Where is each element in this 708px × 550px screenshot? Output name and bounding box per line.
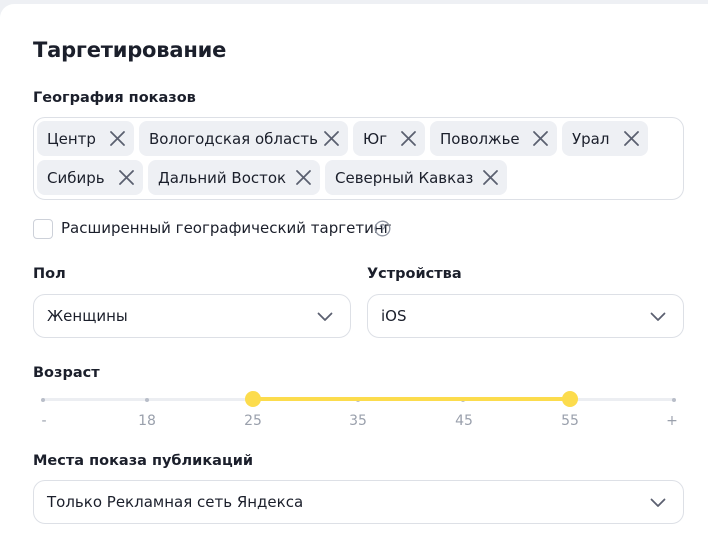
- slider-thumb-from[interactable]: [245, 391, 261, 407]
- geo-tag: Северный Кавказ: [325, 160, 507, 195]
- slider-step-dot: [672, 397, 676, 402]
- placement-value: Только Рекламная сеть Яндекса: [47, 493, 304, 511]
- geo-tag: Поволжье: [430, 121, 557, 156]
- help-icon[interactable]: [374, 220, 391, 237]
- slider-tick-label: 45: [455, 413, 473, 429]
- slider-step-dot: [145, 397, 149, 402]
- slider-thumb-to[interactable]: [562, 391, 578, 407]
- chevron-down-icon: [650, 309, 666, 325]
- slider-tick-label: 35: [349, 413, 367, 429]
- geo-tag-label: Поволжье: [440, 129, 520, 148]
- slider-tick-label: 18: [138, 413, 156, 429]
- devices-value: iOS: [381, 307, 407, 325]
- placement-label: Места показа публикаций: [33, 453, 254, 469]
- slider-tick-label: -: [41, 413, 47, 429]
- slider-tick-label: 25: [244, 413, 262, 429]
- geo-tag: Юг: [353, 121, 425, 156]
- close-icon[interactable]: [295, 169, 312, 186]
- gender-label: Пол: [33, 266, 66, 282]
- devices-label: Устройства: [367, 266, 462, 282]
- geo-tag-label: Юг: [363, 129, 388, 148]
- slider-selected-range: [252, 397, 570, 401]
- gender-value: Женщины: [47, 307, 128, 325]
- devices-select[interactable]: iOS: [367, 294, 684, 338]
- close-icon[interactable]: [623, 130, 640, 147]
- geo-tag-label: Вологодская область: [149, 129, 318, 148]
- chevron-down-icon: [317, 309, 333, 325]
- placement-select[interactable]: Только Рекламная сеть Яндекса: [33, 480, 684, 524]
- geo-tag: Дальний Восток: [148, 160, 320, 195]
- geo-tag: Вологодская область: [139, 121, 348, 156]
- geo-tag-label: Дальний Восток: [158, 168, 287, 187]
- close-icon[interactable]: [482, 169, 499, 186]
- slider-tick-label: +: [666, 413, 678, 429]
- geo-tag-label: Северный Кавказ: [335, 168, 474, 187]
- close-icon[interactable]: [400, 130, 417, 147]
- extended-geo-label: Расширенный географический таргетинг: [61, 219, 392, 237]
- extended-geo-checkbox[interactable]: [33, 219, 53, 239]
- geo-tag: Сибирь: [37, 160, 143, 195]
- gender-select[interactable]: Женщины: [33, 294, 351, 338]
- slider-tick-label: 55: [561, 413, 579, 429]
- age-label: Возраст: [33, 365, 100, 381]
- geo-tag-label: Урал: [572, 129, 610, 148]
- geo-tag-label: Центр: [47, 129, 96, 148]
- page-title: Таргетирование: [33, 38, 227, 62]
- slider-step-dot: [41, 397, 45, 402]
- close-icon[interactable]: [532, 130, 549, 147]
- close-icon[interactable]: [118, 169, 135, 186]
- chevron-down-icon: [650, 495, 666, 511]
- geo-tag-label: Сибирь: [47, 168, 105, 187]
- close-icon[interactable]: [109, 130, 126, 147]
- geo-label: География показов: [33, 90, 196, 106]
- close-icon[interactable]: [323, 130, 340, 147]
- geo-tag: Урал: [562, 121, 648, 156]
- geo-tag: Центр: [37, 121, 134, 156]
